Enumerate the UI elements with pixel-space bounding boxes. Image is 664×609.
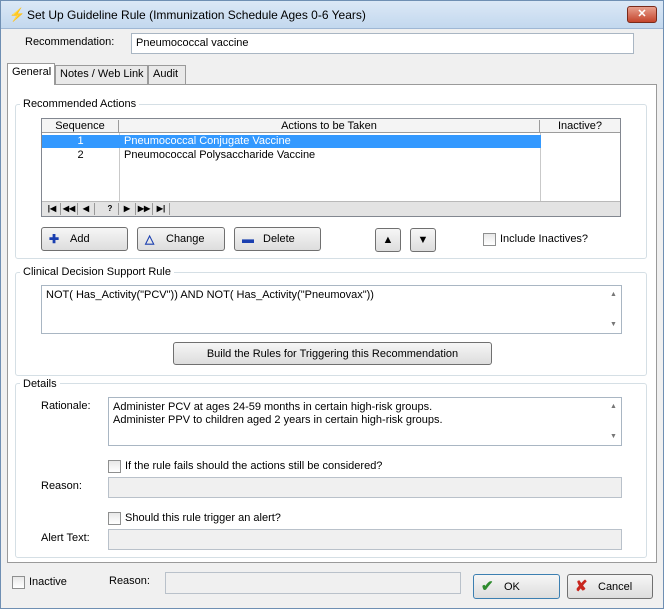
move-down-button[interactable]: ▼ xyxy=(410,228,436,252)
column-header-inactive[interactable]: Inactive? xyxy=(540,120,620,133)
include-inactives-checkbox[interactable] xyxy=(483,233,496,246)
tab-general[interactable]: General xyxy=(7,63,55,85)
table-row[interactable]: 1 Pneumococcal Conjugate Vaccine xyxy=(42,135,620,148)
next-page-icon[interactable]: ▶▶ xyxy=(136,203,153,215)
recommendation-input[interactable]: Pneumococcal vaccine xyxy=(131,33,634,54)
minus-icon: ▬ xyxy=(242,232,254,246)
next-record-icon[interactable]: ▶ xyxy=(119,203,136,215)
recommended-actions-title: Recommended Actions xyxy=(20,98,140,110)
title-bar: ⚡ Set Up Guideline Rule (Immunization Sc… xyxy=(1,1,663,29)
prior-record-icon[interactable]: ◀ xyxy=(78,203,95,215)
scrollbar[interactable]: ▲ ▼ xyxy=(607,398,621,445)
window-title: Set Up Guideline Rule (Immunization Sche… xyxy=(27,8,366,22)
alert-text-input[interactable] xyxy=(108,529,622,550)
tab-notes-web-link[interactable]: Notes / Web Link xyxy=(55,65,148,84)
reason-input[interactable] xyxy=(108,477,622,498)
details-title: Details xyxy=(20,378,60,390)
cancel-button[interactable]: ✘ Cancel xyxy=(567,574,653,599)
inactive-checkbox[interactable] xyxy=(12,576,25,589)
x-icon: ✘ xyxy=(575,578,588,595)
cds-rule-text: NOT( Has_Activity("PCV")) AND NOT( Has_A… xyxy=(46,289,374,301)
rationale-line: Administer PPV to children aged 2 years … xyxy=(113,414,443,426)
row-sequence: 1 xyxy=(77,135,84,147)
column-header-sequence[interactable]: Sequence xyxy=(42,120,119,133)
arrow-up-icon: ▲ xyxy=(382,234,394,246)
triangle-icon: △ xyxy=(145,232,155,246)
dialog-window: ⚡ Set Up Guideline Rule (Immunization Sc… xyxy=(0,0,664,609)
rationale-textarea[interactable]: Administer PCV at ages 24-59 months in c… xyxy=(108,397,622,446)
scroll-up-icon[interactable]: ▲ xyxy=(610,288,617,301)
alert-text-label: Alert Text: xyxy=(41,532,90,544)
help-icon[interactable]: ? xyxy=(102,203,119,215)
table-row[interactable]: 2 Pneumococcal Polysaccharide Vaccine xyxy=(42,149,620,162)
prior-page-icon[interactable]: ◀◀ xyxy=(61,203,78,215)
row-action: Pneumococcal Conjugate Vaccine xyxy=(124,135,291,147)
actions-grid: Sequence Actions to be Taken Inactive? 1… xyxy=(41,118,621,217)
plus-icon: ✚ xyxy=(49,232,60,246)
build-rules-button[interactable]: Build the Rules for Triggering this Reco… xyxy=(173,342,492,365)
footer-reason-label: Reason: xyxy=(109,575,150,587)
reason-label: Reason: xyxy=(41,480,82,492)
change-button[interactable]: △ Change xyxy=(137,227,225,251)
cds-rule-title: Clinical Decision Support Rule xyxy=(20,266,174,278)
include-inactives-label: Include Inactives? xyxy=(500,233,589,245)
scroll-up-icon[interactable]: ▲ xyxy=(610,400,617,413)
footer-reason-input[interactable] xyxy=(165,572,461,594)
trigger-alert-checkbox[interactable] xyxy=(108,512,121,525)
cds-rule-textarea[interactable]: NOT( Has_Activity("PCV")) AND NOT( Has_A… xyxy=(41,285,622,334)
recommendation-label: Recommendation: xyxy=(25,36,115,48)
close-button[interactable]: ✕ xyxy=(627,6,657,23)
rationale-line: Administer PCV at ages 24-59 months in c… xyxy=(113,401,433,413)
arrow-down-icon: ▼ xyxy=(417,234,429,246)
move-up-button[interactable]: ▲ xyxy=(375,228,401,252)
tab-audit[interactable]: Audit xyxy=(148,65,186,84)
rationale-label: Rationale: xyxy=(41,400,91,412)
scroll-down-icon[interactable]: ▼ xyxy=(610,430,617,443)
first-record-icon[interactable]: |◀ xyxy=(44,203,61,215)
last-record-icon[interactable]: ▶| xyxy=(153,203,170,215)
row-inactive-cell xyxy=(541,135,620,148)
add-button[interactable]: ✚ Add xyxy=(41,227,128,251)
rule-fails-label: If the rule fails should the actions sti… xyxy=(125,460,383,472)
delete-button[interactable]: ▬ Delete xyxy=(234,227,321,251)
scroll-down-icon[interactable]: ▼ xyxy=(610,318,617,331)
row-sequence: 2 xyxy=(77,149,84,161)
column-header-actions[interactable]: Actions to be Taken xyxy=(119,120,540,133)
grid-navigator: |◀ ◀◀ ◀ ? ▶ ▶▶ ▶| xyxy=(42,201,620,216)
row-action: Pneumococcal Polysaccharide Vaccine xyxy=(124,149,316,161)
scrollbar[interactable]: ▲ ▼ xyxy=(607,286,621,333)
trigger-alert-label: Should this rule trigger an alert? xyxy=(125,512,281,524)
inactive-label: Inactive xyxy=(29,576,67,588)
rule-fails-checkbox[interactable] xyxy=(108,460,121,473)
lightning-icon: ⚡ xyxy=(9,7,26,22)
ok-button[interactable]: ✔ OK xyxy=(473,574,560,599)
checkmark-icon: ✔ xyxy=(481,578,494,595)
grid-header: Sequence Actions to be Taken Inactive? xyxy=(42,119,620,133)
